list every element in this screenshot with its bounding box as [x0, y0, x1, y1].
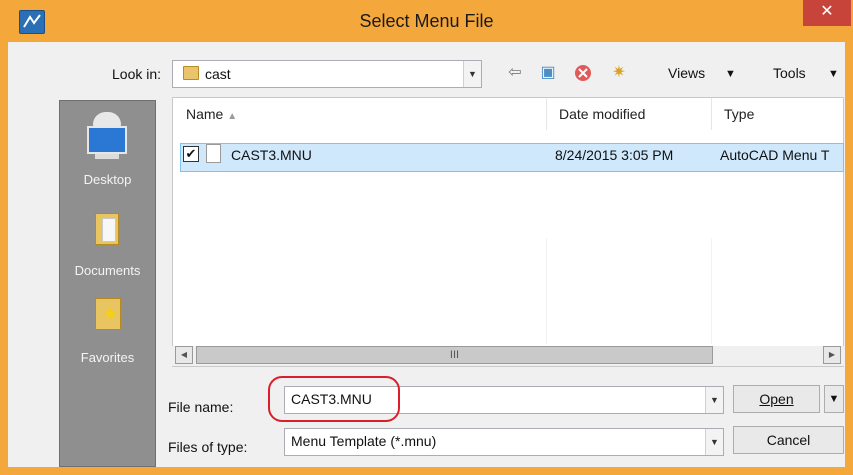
back-icon[interactable]: ⇦ — [505, 63, 525, 83]
look-in-label: Look in: — [112, 66, 162, 82]
delete-icon[interactable] — [573, 63, 593, 83]
scrollbar-thumb[interactable]: III — [196, 346, 713, 364]
new-folder-icon[interactable]: ✷ — [609, 63, 629, 83]
open-options-dropdown[interactable]: ▼ — [824, 385, 844, 413]
highlight-oval — [268, 376, 400, 422]
file-row-checkbox[interactable]: ✔ — [183, 146, 199, 162]
up-folder-icon[interactable]: ▣ — [538, 63, 558, 83]
scroll-right-button[interactable]: ▶ — [823, 346, 841, 364]
file-date-cell: 8/24/2015 3:05 PM — [555, 147, 674, 163]
views-dropdown-arrow[interactable]: ▼ — [725, 68, 736, 80]
file-type-label: Files of type: — [168, 439, 248, 455]
views-menu[interactable]: Views — [668, 65, 705, 81]
file-type-cell: AutoCAD Menu T — [720, 147, 830, 163]
scroll-left-button[interactable]: ◀ — [175, 346, 193, 364]
places-favorites-label: Favorites — [80, 350, 135, 365]
places-desktop[interactable]: Desktop — [59, 112, 156, 187]
look-in-value: cast — [205, 66, 231, 82]
column-gridline — [711, 238, 712, 344]
close-button[interactable]: ✕ — [803, 0, 851, 26]
window-title: Select Menu File — [359, 11, 494, 31]
column-separator[interactable] — [711, 98, 712, 130]
column-header-type[interactable]: Type — [724, 106, 754, 122]
cancel-button[interactable]: Cancel — [733, 426, 844, 454]
window-frame-bottom — [0, 467, 853, 475]
tools-dropdown-arrow[interactable]: ▼ — [828, 68, 839, 80]
look-in-dropdown-arrow[interactable]: ▼ — [463, 61, 481, 87]
open-button[interactable]: Open — [733, 385, 820, 413]
places-documents-label: Documents — [74, 263, 141, 278]
desktop-icon — [87, 112, 127, 160]
column-header-name[interactable]: Name ▲ — [186, 106, 237, 122]
file-type-value: Menu Template (*.mnu) — [291, 433, 437, 449]
column-gridline — [546, 238, 547, 344]
file-type-dropdown-arrow[interactable]: ▼ — [705, 429, 723, 455]
file-name-dropdown-arrow[interactable]: ▼ — [705, 387, 723, 413]
open-button-label: Open — [759, 391, 794, 407]
file-name-label: File name: — [168, 399, 234, 415]
column-separator[interactable] — [546, 98, 547, 130]
file-icon — [206, 144, 221, 163]
places-documents[interactable]: Documents — [59, 213, 156, 278]
places-desktop-label: Desktop — [83, 172, 132, 187]
column-header-date[interactable]: Date modified — [559, 106, 645, 122]
favorites-icon: ★ — [95, 298, 121, 330]
file-list[interactable] — [172, 97, 844, 367]
column-name-label: Name — [186, 106, 224, 122]
window-frame-right — [845, 42, 853, 475]
sort-ascending-icon: ▲ — [227, 111, 238, 122]
places-favorites[interactable]: ★ Favorites — [59, 298, 156, 365]
folder-icon — [183, 66, 199, 80]
window-frame-left — [0, 42, 8, 475]
documents-icon — [95, 213, 119, 245]
file-name-cell: CAST3.MNU — [231, 147, 312, 163]
tools-menu[interactable]: Tools — [773, 65, 806, 81]
